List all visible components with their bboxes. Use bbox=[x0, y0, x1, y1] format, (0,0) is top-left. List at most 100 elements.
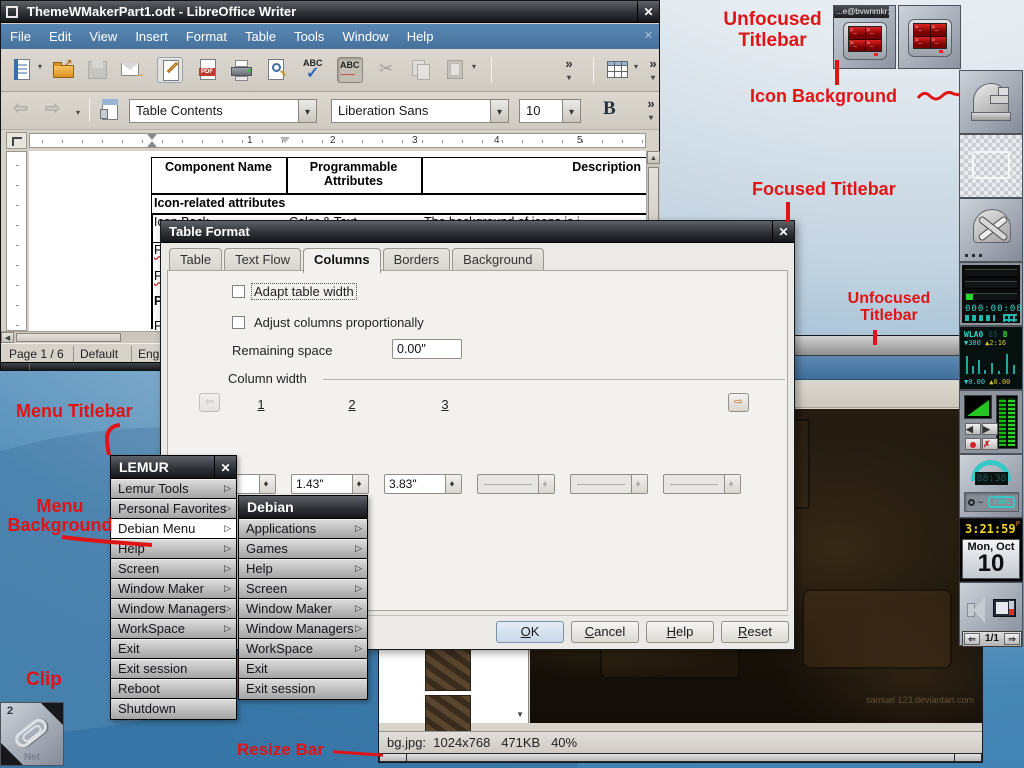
cancel-button[interactable]: Cancel bbox=[571, 621, 639, 643]
adjust-proportionally-label[interactable]: Adjust columns proportionally bbox=[254, 315, 424, 330]
toolbar-overflow-icon[interactable]: »▾ bbox=[561, 57, 577, 87]
paragraph-style-combobox[interactable]: Table Contents bbox=[129, 99, 317, 123]
scroll-columns-right-button[interactable]: ⇨ bbox=[728, 393, 749, 412]
lemur-menu-titlebar[interactable]: LEMUR bbox=[111, 456, 236, 479]
print-icon[interactable] bbox=[229, 57, 255, 83]
toolbar-overflow3-icon[interactable]: »▾ bbox=[643, 97, 659, 127]
cut-icon[interactable]: ✂ bbox=[375, 57, 401, 83]
dockapp-battery[interactable]: 88:38 ~ 100% bbox=[959, 454, 1023, 518]
reset-button[interactable]: Reset bbox=[721, 621, 789, 643]
paragraph-style-icon[interactable] bbox=[97, 97, 123, 123]
insert-table-icon[interactable] bbox=[605, 57, 631, 83]
help-button[interactable]: Help bbox=[646, 621, 714, 643]
font-combo-arrow-icon[interactable] bbox=[490, 100, 508, 122]
spinner-icon[interactable] bbox=[445, 475, 461, 493]
dialog-tab[interactable]: Background bbox=[452, 248, 543, 271]
indent-marker-icon[interactable] bbox=[147, 141, 157, 147]
dialog-tab[interactable]: Columns bbox=[303, 248, 381, 273]
dockapp-monitor[interactable]: WLA0 88 8 ▼380 ▲2:16 ▼0.00 ▲0.00 bbox=[959, 326, 1023, 390]
table-header-cell[interactable]: Component Name bbox=[153, 160, 284, 174]
dock-icon-tools[interactable] bbox=[959, 198, 1023, 262]
writer-titlebar[interactable]: ThemeWMakerPart1.odt - LibreOffice Write… bbox=[1, 1, 659, 23]
thumb-scroll-arrow-icon[interactable]: ▼ bbox=[516, 710, 524, 719]
new-document-icon[interactable] bbox=[9, 57, 35, 83]
close-document-icon[interactable]: ✕ bbox=[644, 24, 653, 49]
volume-slider-handle[interactable] bbox=[1009, 609, 1014, 615]
print-preview-icon[interactable] bbox=[263, 57, 289, 83]
dockapp-clock[interactable]: 3:21:59 P Mon, Oct 10 bbox=[959, 518, 1023, 582]
menu-item[interactable]: Exit bbox=[239, 659, 367, 679]
menu-item[interactable]: WorkSpace bbox=[239, 639, 367, 659]
indent-marker-icon[interactable] bbox=[147, 134, 157, 140]
workspace-prev-button[interactable]: ⇐ bbox=[964, 633, 980, 645]
menu-item[interactable]: Edit bbox=[40, 24, 80, 49]
spellcheck-icon[interactable]: ABC ✓ bbox=[301, 57, 327, 83]
menu-item[interactable]: Applications bbox=[239, 519, 367, 539]
email-icon[interactable]: → bbox=[119, 57, 145, 83]
table-dropdown-icon[interactable] bbox=[631, 62, 641, 72]
font-name-combobox[interactable]: Liberation Sans bbox=[331, 99, 509, 123]
menu-item[interactable]: Personal Favorites bbox=[111, 499, 236, 519]
adjust-proportionally-checkbox[interactable] bbox=[232, 316, 245, 329]
table-section-cell[interactable]: Icon-related attributes bbox=[154, 196, 285, 210]
menu-item[interactable]: Table bbox=[236, 24, 285, 49]
menu-item[interactable]: Reboot bbox=[111, 679, 236, 699]
new-document-dropdown-icon[interactable] bbox=[35, 62, 45, 72]
menu-item[interactable]: Tools bbox=[285, 24, 333, 49]
menu-item[interactable]: Shutdown bbox=[111, 699, 236, 719]
menu-item[interactable]: Exit bbox=[111, 639, 236, 659]
menu-item[interactable]: Insert bbox=[126, 24, 177, 49]
spinner-icon[interactable] bbox=[259, 475, 275, 493]
column-width-field[interactable]: 1.43" bbox=[291, 474, 369, 494]
vertical-ruler[interactable] bbox=[6, 151, 27, 331]
scroll-up-icon[interactable]: ▲ bbox=[647, 151, 660, 164]
spinner-icon[interactable] bbox=[352, 475, 368, 493]
mixer-next-icon[interactable]: ▶ bbox=[982, 423, 998, 435]
save-icon[interactable] bbox=[85, 57, 111, 83]
menu-item[interactable]: Window Maker bbox=[111, 579, 236, 599]
scroll-left-icon[interactable]: ◀ bbox=[1, 332, 14, 343]
workspace-next-button[interactable]: ⇒ bbox=[1004, 633, 1020, 645]
debian-menu-titlebar[interactable]: Debian bbox=[239, 496, 367, 519]
menu-item[interactable]: Exit session bbox=[111, 659, 236, 679]
dialog-titlebar-focused[interactable]: Table Format bbox=[161, 221, 794, 243]
paste-icon[interactable] bbox=[443, 57, 469, 83]
auto-spellcheck-icon[interactable]: ABC ~~~ bbox=[337, 57, 363, 83]
mixer-prev-icon[interactable]: ◀ bbox=[965, 423, 981, 435]
export-pdf-icon[interactable]: PDF bbox=[195, 57, 221, 83]
dialog-tab[interactable]: Table bbox=[169, 248, 222, 271]
viewer-resize-bar[interactable] bbox=[379, 753, 982, 762]
adapt-width-label[interactable]: Adapt table width bbox=[252, 284, 356, 299]
menu-item[interactable]: Games bbox=[239, 539, 367, 559]
back-icon[interactable]: ⇦ bbox=[13, 98, 39, 124]
menu-item[interactable]: Screen bbox=[111, 559, 236, 579]
dockapp-mixer[interactable]: ◀ ▶ ✗ bbox=[959, 390, 1023, 454]
spinner-icon[interactable] bbox=[724, 475, 740, 493]
dialog-tab[interactable]: Text Flow bbox=[224, 248, 301, 271]
adapt-width-checkbox[interactable] bbox=[232, 285, 245, 298]
menu-item[interactable]: Window bbox=[333, 24, 397, 49]
font-size-combobox[interactable]: 10 bbox=[519, 99, 581, 123]
dockapp-timer[interactable]: 000:00:08 bbox=[959, 262, 1023, 326]
column-width-field[interactable]: 3.83" bbox=[384, 474, 462, 494]
menu-item[interactable]: File bbox=[1, 24, 40, 49]
menu-item[interactable]: View bbox=[80, 24, 126, 49]
remaining-space-field[interactable]: 0.00" bbox=[392, 339, 462, 359]
dock-icon-gnustep[interactable] bbox=[959, 70, 1023, 134]
menu-item[interactable]: Window Maker bbox=[239, 599, 367, 619]
column-width-field[interactable] bbox=[570, 474, 648, 494]
tab-selector[interactable] bbox=[6, 132, 27, 149]
size-combo-arrow-icon[interactable] bbox=[562, 100, 580, 122]
menu-item[interactable]: Help bbox=[398, 24, 443, 49]
menu-item[interactable]: Help bbox=[239, 559, 367, 579]
spinner-icon[interactable] bbox=[538, 475, 554, 493]
dialog-tab[interactable]: Borders bbox=[383, 248, 451, 271]
column-width-field[interactable] bbox=[663, 474, 741, 494]
forward-icon[interactable]: ⇨ bbox=[45, 98, 71, 124]
bold-icon[interactable]: B bbox=[603, 98, 616, 120]
edit-mode-icon[interactable] bbox=[157, 57, 183, 83]
menu-item[interactable]: Exit session bbox=[239, 679, 367, 699]
menu-item[interactable]: Format bbox=[177, 24, 236, 49]
history-dropdown-icon[interactable] bbox=[73, 108, 83, 118]
status-page[interactable]: Page 1 / 6 bbox=[9, 344, 64, 364]
